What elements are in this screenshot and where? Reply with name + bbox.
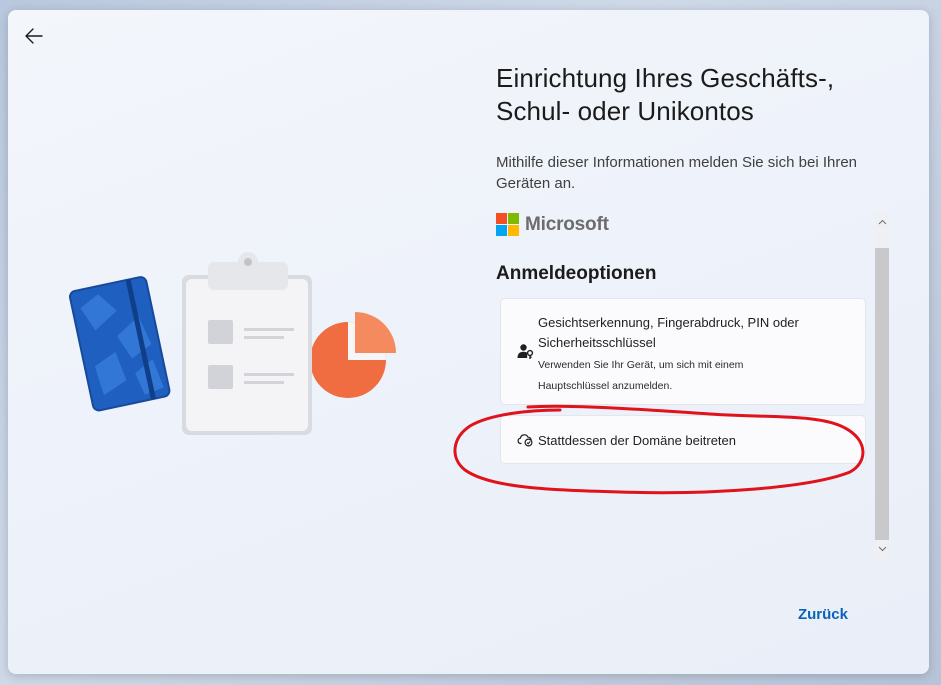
page-title-line2: Schul- oder Unikontos: [496, 96, 754, 126]
scrollbar-thumb[interactable]: [875, 248, 889, 540]
option-join-domain[interactable]: Stattdessen der Domäne beitreten: [500, 415, 866, 464]
option-join-domain-title: Stattdessen der Domäne beitreten: [538, 433, 737, 448]
cloud-sync-icon: [517, 432, 534, 452]
option-biometric-description: Verwenden Sie Ihr Gerät, um sich mit ein…: [538, 359, 744, 392]
page-subtitle: Mithilfe dieser Informationen melden Sie…: [496, 154, 858, 192]
page-title: Einrichtung Ihres Geschäfts-, Schul- ode…: [496, 62, 896, 128]
back-arrow-button[interactable]: [20, 22, 48, 50]
content-header: Einrichtung Ihres Geschäfts-, Schul- ode…: [496, 62, 896, 194]
microsoft-squares-icon: [496, 213, 519, 236]
section-title: Anmeldeoptionen: [496, 263, 657, 284]
vertical-scrollbar[interactable]: [873, 213, 889, 558]
option-biometric-title: Gesichtserkennung, Fingerabdruck, PIN od…: [538, 315, 799, 350]
scroll-down-button[interactable]: [875, 542, 889, 556]
microsoft-wordmark: Microsoft: [525, 213, 609, 235]
person-key-icon: [517, 343, 534, 365]
clipboard-icon: [182, 252, 312, 435]
option-biometric-passkey[interactable]: Gesichtserkennung, Fingerabdruck, PIN od…: [500, 298, 866, 405]
pie-chart-icon: [310, 312, 396, 398]
back-arrow-icon: [25, 28, 43, 44]
setup-illustration: [68, 252, 396, 435]
notebook-icon: [68, 276, 171, 412]
page-title-line1: Einrichtung Ihres Geschäfts-,: [496, 63, 835, 93]
microsoft-logo: Microsoft: [496, 213, 609, 236]
scroll-up-button[interactable]: [875, 215, 889, 229]
chevron-down-icon: [878, 546, 886, 552]
zuruck-button[interactable]: Zurück: [790, 603, 856, 627]
chevron-up-icon: [878, 219, 886, 225]
signin-options-panel[interactable]: Microsoft Anmeldeoptionen Gesichtserkenn…: [496, 203, 882, 551]
